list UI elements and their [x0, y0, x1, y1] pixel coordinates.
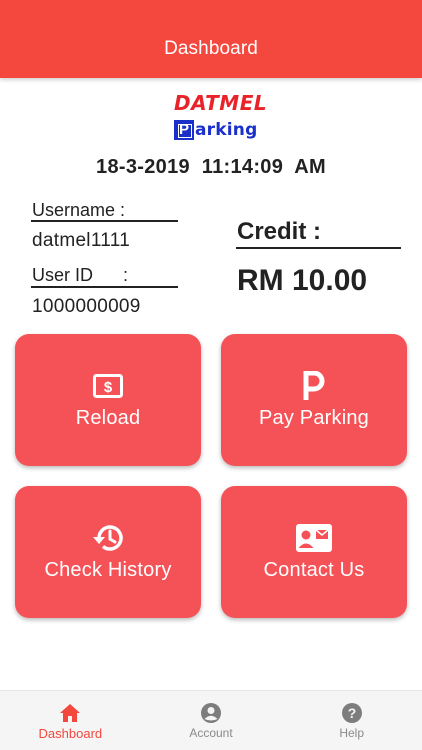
nav-account[interactable]: Account — [141, 691, 282, 750]
account-circle-icon — [200, 702, 222, 724]
contact-us-button[interactable]: Contact Us — [221, 486, 407, 618]
credit-balance: RM 10.00 — [237, 264, 368, 297]
nav-account-label: Account — [189, 726, 233, 740]
pay-parking-label: Pay Parking — [258, 406, 370, 429]
svg-text:$: $ — [104, 379, 113, 396]
logo-parking-mark: P arking — [174, 119, 257, 141]
userid-value: 1000000009 — [32, 296, 141, 317]
nav-dashboard-label: Dashboard — [38, 726, 103, 741]
check-history-label: Check History — [44, 558, 172, 581]
logo-p-icon: P — [174, 120, 194, 140]
app-bar: Dashboard — [0, 0, 422, 78]
reload-button[interactable]: $ Reload — [15, 334, 201, 466]
contact-us-label: Contact Us — [263, 558, 365, 581]
reload-label: Reload — [75, 406, 141, 429]
parking-p-icon — [303, 370, 325, 401]
page-title: Dashboard — [164, 38, 258, 59]
credit-label: Credit : — [237, 218, 321, 245]
nav-help[interactable]: ? Help — [281, 691, 422, 750]
username-value: datmel1111 — [32, 230, 131, 251]
nav-help-label: Help — [339, 726, 365, 740]
pay-parking-button[interactable]: Pay Parking — [221, 334, 407, 466]
home-icon — [59, 702, 81, 724]
username-label: Username : — [32, 200, 126, 220]
userid-divider — [31, 286, 178, 288]
current-datetime: 18-3-2019 11:14:09 AM — [96, 156, 326, 178]
logo-brand-text: DATMEL — [174, 91, 268, 115]
username-divider — [31, 220, 178, 222]
help-circle-icon: ? — [341, 702, 363, 724]
dollar-card-icon: $ — [93, 371, 123, 401]
nav-dashboard[interactable]: Dashboard — [0, 691, 141, 750]
bottom-navigation: Dashboard Account ? Help — [0, 690, 422, 750]
svg-text:?: ? — [347, 705, 356, 721]
history-icon — [92, 523, 124, 553]
logo-parking-text: arking — [195, 120, 258, 140]
datmel-parking-logo: DATMEL P arking — [172, 92, 267, 144]
check-history-button[interactable]: Check History — [15, 486, 201, 618]
credit-divider — [236, 247, 401, 249]
contact-card-icon — [296, 523, 332, 553]
userid-label: User ID : — [32, 265, 129, 285]
